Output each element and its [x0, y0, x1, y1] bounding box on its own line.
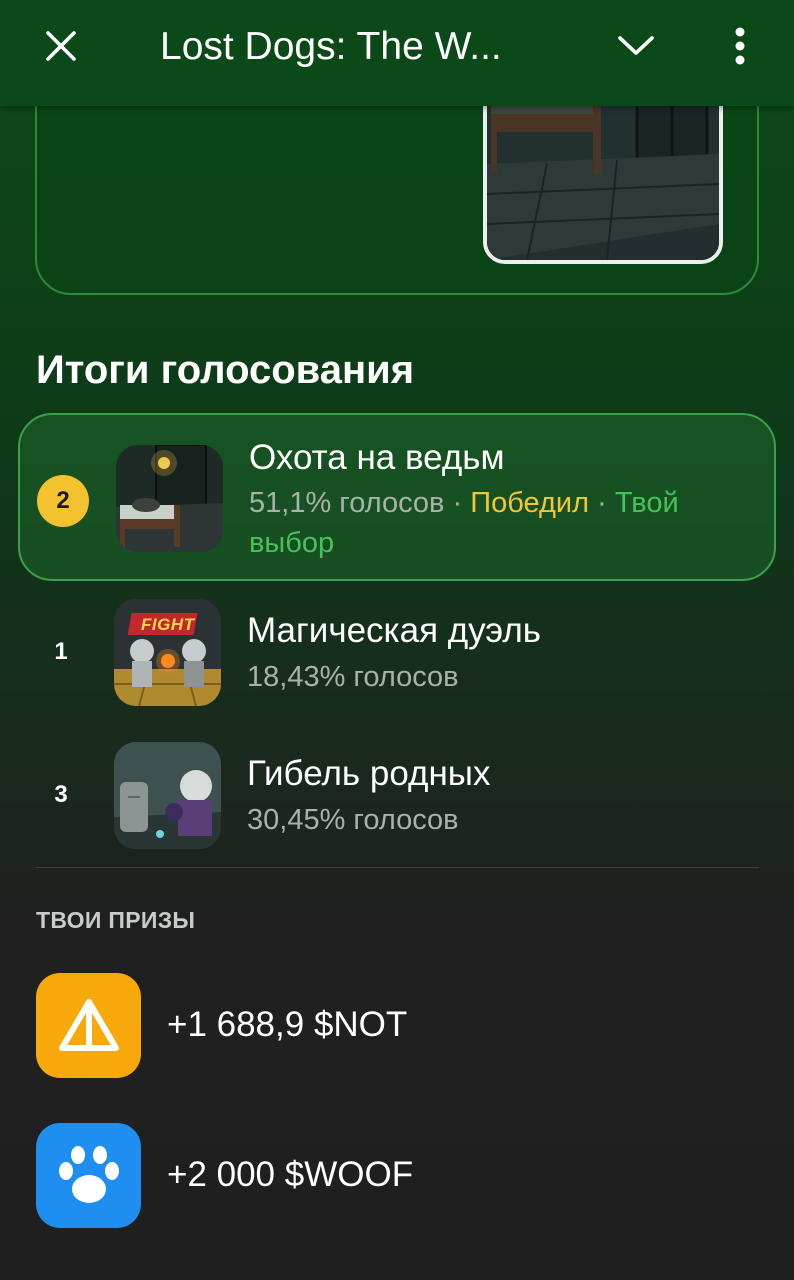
winner-label: Победил [470, 487, 590, 519]
page-title: Lost Dogs: The W... [160, 25, 502, 68]
option-name: Охота на ведьм [249, 438, 505, 477]
option-thumbnail [116, 445, 223, 552]
option-thumbnail [114, 742, 221, 849]
more-vertical-icon [735, 27, 745, 65]
vote-option-magic-duel[interactable]: 1 FIGHT Магическая дуэль 18,43% голосов [18, 598, 776, 708]
rank-number: 1 [54, 638, 68, 665]
vote-percent: 51,1% голосов [249, 487, 445, 519]
separator: · [589, 487, 615, 519]
chevron-down-icon [618, 36, 654, 55]
option-name: Магическая дуэль [247, 611, 542, 650]
rank-number: 3 [54, 781, 68, 808]
notcoin-icon [36, 973, 141, 1078]
fight-label: FIGHT [141, 615, 195, 634]
prizes-title: ТВОИ ПРИЗЫ [36, 907, 196, 933]
separator: · [444, 487, 471, 519]
divider [36, 867, 759, 868]
paw-icon [36, 1123, 141, 1228]
option-thumbnail: FIGHT [114, 599, 221, 706]
option-meta: 51,1% голосов · Победил · Твой выбор [249, 483, 749, 563]
more-menu-button[interactable] [712, 18, 768, 74]
expand-button[interactable] [605, 20, 667, 72]
vote-percent: 18,43% голосов [247, 661, 459, 693]
voting-results-title: Итоги голосования [36, 348, 415, 392]
prize-not-amount: +1 688,9 $NOT [167, 1005, 408, 1044]
app-header: Lost Dogs: The W... [0, 0, 794, 106]
vote-percent: 30,45% голосов [247, 804, 459, 836]
rank-badge: 2 [37, 475, 89, 527]
close-icon [46, 31, 76, 61]
vote-option-family-death[interactable]: 3 Гибель родных 30,45% голосов [18, 741, 776, 851]
prize-woof-amount: +2 000 $WOOF [167, 1155, 414, 1194]
vote-option-witch-hunt[interactable]: 2 Охота на ведьм 51,1% голосов · Победил… [18, 413, 776, 581]
option-name: Гибель родных [247, 754, 491, 793]
close-button[interactable] [30, 20, 92, 72]
